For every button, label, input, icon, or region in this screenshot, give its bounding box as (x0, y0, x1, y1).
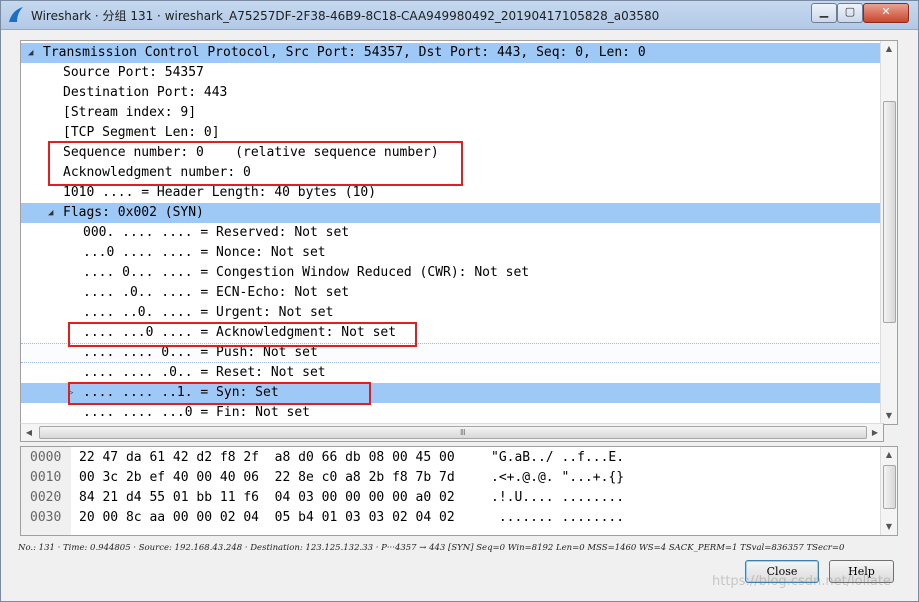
hex-offset: 0020 (30, 490, 62, 505)
hex-vertical-scrollbar[interactable]: ▲ ▼ (880, 447, 897, 535)
tree-row[interactable]: 1010 .... = Header Length: 40 bytes (10) (21, 183, 883, 203)
hex-bytes[interactable]: 22 47 da 61 42 d2 f8 2f a8 d0 66 db 08 0… (79, 449, 455, 467)
tree-row[interactable]: .... ..0. .... = Urgent: Not set (21, 303, 883, 323)
tree-row[interactable]: .... 0... .... = Congestion Window Reduc… (21, 263, 883, 283)
tree-row[interactable]: ...0 .... .... = Nonce: Not set (21, 243, 883, 263)
tree-row-label: Source Port: 54357 (63, 65, 204, 80)
hex-bytes[interactable]: 84 21 d4 55 01 bb 11 f6 04 03 00 00 00 0… (79, 489, 455, 507)
tree-row[interactable]: [Stream index: 9] (21, 103, 883, 123)
hex-scroll-up-icon[interactable]: ▲ (881, 447, 897, 463)
hex-offset: 0010 (30, 470, 62, 485)
highlight-box-ack-flag (68, 322, 417, 347)
hex-scroll-thumb[interactable] (883, 465, 896, 509)
tree-row-label: .... .0.. .... = ECN-Echo: Not set (83, 285, 350, 300)
tree-row-label: ...0 .... .... = Nonce: Not set (83, 245, 326, 260)
watermark-text: https://blog.csdn.net/lollate (712, 574, 891, 589)
wireshark-fin-icon (9, 7, 23, 22)
tree-row[interactable]: 000. .... .... = Reserved: Not set (21, 223, 883, 243)
grip-icon: Ⅲ (460, 428, 466, 437)
hex-ascii[interactable]: "G.aB../ ..f...E. (491, 449, 624, 467)
tree-row[interactable]: [TCP Segment Len: 0] (21, 123, 883, 143)
tree-row-label: Transmission Control Protocol, Src Port:… (43, 45, 646, 60)
tree-row[interactable]: ◢ Flags: 0x002 (SYN) (21, 203, 883, 223)
tree-row-label: Destination Port: 443 (63, 85, 228, 100)
tree-row-label: [Stream index: 9] (63, 105, 197, 120)
hex-scroll-down-icon[interactable]: ▼ (881, 519, 897, 535)
tree-scroll-thumb[interactable] (883, 101, 896, 323)
tree-row[interactable]: .... .0.. .... = ECN-Echo: Not set (21, 283, 883, 303)
scroll-up-icon[interactable]: ▲ (881, 41, 897, 57)
hex-ascii[interactable]: .<+.@.@. "...+.{} (491, 469, 624, 487)
title-bar[interactable]: Wireshark · 分组 131 · wireshark_A75257DF-… (1, 1, 918, 30)
tree-row-label: .... .... .0.. = Reset: Not set (83, 365, 326, 380)
tree-row-label: .... .... ...0 = Fin: Not set (83, 405, 310, 420)
hex-bytes[interactable]: 00 3c 2b ef 40 00 40 06 22 8e c0 a8 2b f… (79, 469, 455, 487)
tree-row-label: .... 0... .... = Congestion Window Reduc… (83, 265, 530, 280)
close-window-button[interactable]: ✕ (863, 3, 909, 23)
hex-offset: 0000 (30, 450, 62, 465)
tree-horizontal-scrollbar[interactable]: ◀ Ⅲ ▶ (20, 423, 884, 442)
scroll-down-icon[interactable]: ▼ (881, 408, 897, 424)
hex-ascii[interactable]: ....... ........ (491, 509, 624, 527)
tree-row[interactable]: Source Port: 54357 (21, 63, 883, 83)
highlight-box-syn-flag (68, 382, 371, 405)
tree-row[interactable]: .... .... .0.. = Reset: Not set (21, 363, 883, 383)
window-title: Wireshark · 分组 131 · wireshark_A75257DF-… (31, 9, 660, 23)
maximize-button[interactable]: ▢ (837, 3, 863, 23)
tree-row-label: .... ..0. .... = Urgent: Not set (83, 305, 334, 320)
scroll-right-icon[interactable]: ▶ (867, 424, 883, 441)
highlight-box-seq-ack (48, 141, 463, 186)
scroll-left-icon[interactable]: ◀ (21, 424, 37, 441)
tree-vertical-scrollbar[interactable]: ▲ ▼ (880, 41, 897, 424)
tree-row[interactable]: ◢ Transmission Control Protocol, Src Port… (21, 43, 883, 63)
tree-row-label: 000. .... .... = Reserved: Not set (83, 225, 350, 240)
expanded-arrow-icon[interactable]: ◢ (48, 203, 53, 223)
tree-row-label: [TCP Segment Len: 0] (63, 125, 220, 140)
packet-details-tree[interactable]: .... .... ...0 = Fin: Not set ▷.... .... … (20, 40, 898, 425)
tree-row-label: 1010 .... = Header Length: 40 bytes (10) (63, 185, 377, 200)
minimize-button[interactable]: ▁ (811, 3, 837, 23)
tree-hscroll-thumb[interactable]: Ⅲ (39, 426, 867, 439)
tree-row[interactable]: .... .... ...0 = Fin: Not set (21, 403, 883, 423)
expanded-arrow-icon[interactable]: ◢ (28, 43, 33, 63)
packet-bytes-pane[interactable]: ▲ ▼ 0000 22 47 da 61 42 d2 f8 2f a8 d0 66… (20, 446, 898, 536)
hex-offset: 0030 (30, 510, 62, 525)
hex-ascii[interactable]: .!.U.... ........ (491, 489, 624, 507)
tree-row-label: Flags: 0x002 (SYN) (63, 205, 204, 220)
hex-bytes[interactable]: 20 00 8c aa 00 00 02 04 05 b4 01 03 03 0… (79, 509, 455, 527)
packet-summary-status: No.: 131 · Time: 0.944805 · Source: 192.… (18, 543, 845, 553)
tree-row[interactable]: Destination Port: 443 (21, 83, 883, 103)
